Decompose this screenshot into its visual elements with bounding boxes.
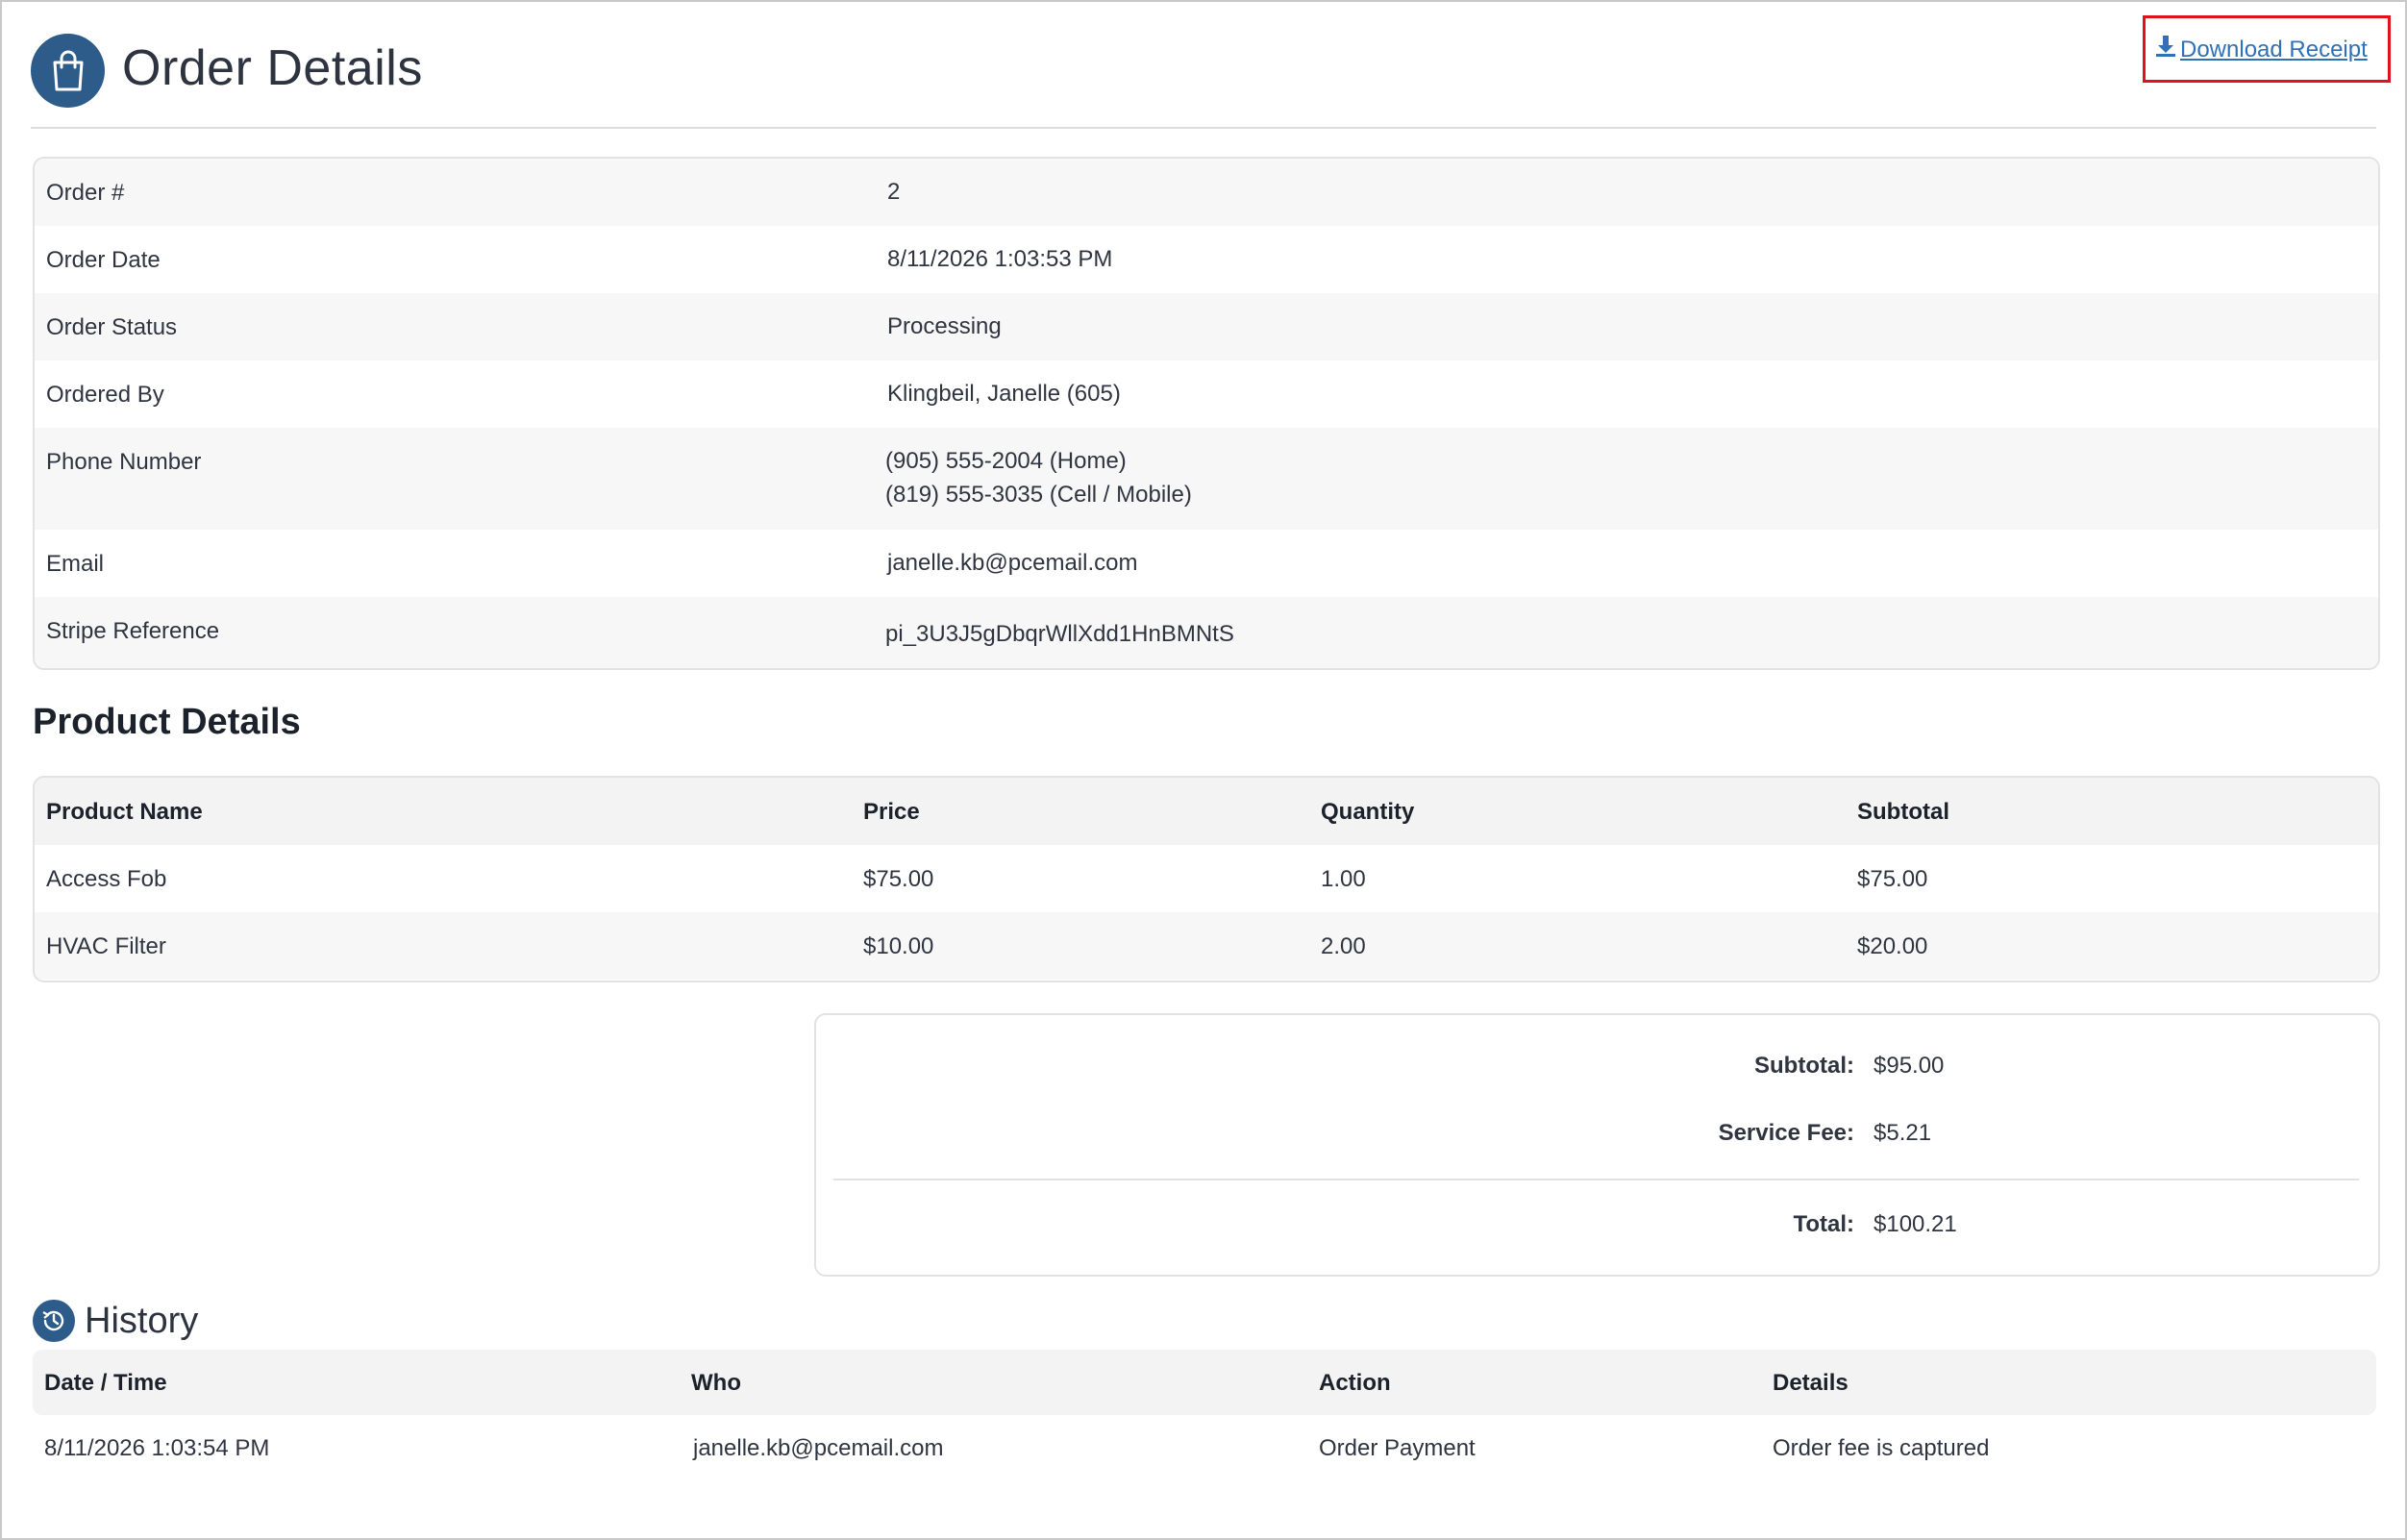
email-label: Email [46,551,105,577]
ordered-by-row: Ordered By Klingbeil, Janelle (605) [35,360,2378,428]
column-header-details: Details [1773,1370,1849,1396]
history-clock-icon [33,1300,75,1342]
ordered-by-value: Klingbeil, Janelle (605) [887,381,1121,407]
service-fee-value: $5.21 [1873,1120,1932,1146]
column-header-action: Action [1319,1370,1391,1396]
ordered-by-label: Ordered By [46,382,164,408]
page-frame: Order Details Download Receipt Order # 2… [0,0,2407,1540]
price-cell: $10.00 [863,933,934,959]
action-cell: Order Payment [1319,1435,1476,1461]
stripe-label: Stripe Reference [46,618,220,644]
table-row: HVAC Filter $10.00 2.00 $20.00 [35,912,2378,980]
column-header-date-time: Date / Time [44,1370,167,1396]
totals-divider [833,1179,2359,1180]
order-date-value: 8/11/2026 1:03:53 PM [887,246,1113,272]
product-details-title: Product Details [33,702,301,742]
stripe-value: pi_3U3J5gDbqrWllXdd1HnBMNtS [885,621,1234,647]
order-info-card: Order # 2 Order Date 8/11/2026 1:03:53 P… [33,157,2380,670]
total-value: $100.21 [1873,1211,1957,1237]
date-time-cell: 8/11/2026 1:03:54 PM [44,1435,270,1461]
table-row: 8/11/2026 1:03:54 PM janelle.kb@pcemail.… [33,1415,2376,1480]
product-name-cell: Access Fob [46,866,167,892]
history-header: History [33,1300,198,1342]
download-icon [2155,35,2176,64]
who-cell: janelle.kb@pcemail.com [693,1435,944,1461]
download-receipt-link[interactable]: Download Receipt [2155,35,2368,64]
price-cell: $75.00 [863,866,934,892]
order-totals-card: Subtotal: $95.00 Service Fee: $5.21 Tota… [814,1013,2380,1277]
order-number-label: Order # [46,180,125,206]
stripe-row: Stripe Reference pi_3U3J5gDbqrWllXdd1HnB… [35,597,2378,668]
history-title: History [85,1300,199,1341]
subtotal-cell: $20.00 [1857,933,1928,959]
order-status-value: Processing [887,313,1002,339]
order-date-row: Order Date 8/11/2026 1:03:53 PM [35,226,2378,293]
page-title: Order Details [122,40,423,96]
history-table-header: Date / Time Who Action Details [33,1350,2376,1415]
details-cell: Order fee is captured [1773,1435,1990,1461]
order-date-label: Order Date [46,247,161,273]
subtotal-label: Subtotal: [1754,1053,1854,1079]
table-row: Access Fob $75.00 1.00 $75.00 [35,845,2378,912]
column-header-who: Who [691,1370,741,1396]
order-status-label: Order Status [46,314,178,340]
product-name-cell: HVAC Filter [46,933,166,959]
phone-home-value: (905) 555-2004 (Home) [885,448,1127,474]
phone-mobile-value: (819) 555-3035 (Cell / Mobile) [885,482,1192,508]
column-header-quantity: Quantity [1321,799,1415,825]
subtotal-value: $95.00 [1873,1053,1945,1079]
quantity-cell: 2.00 [1321,933,1366,959]
total-label: Total: [1793,1211,1854,1237]
email-row: Email janelle.kb@pcemail.com [35,530,2378,597]
order-number-value: 2 [887,179,901,205]
column-header-subtotal: Subtotal [1857,799,1949,825]
header-divider [31,127,2376,129]
order-status-row: Order Status Processing [35,293,2378,360]
column-header-price: Price [863,799,920,825]
page-header: Order Details [31,34,2376,126]
product-table: Product Name Price Quantity Subtotal Acc… [33,776,2380,982]
service-fee-label: Service Fee: [1718,1120,1854,1146]
download-receipt-label: Download Receipt [2180,36,2368,62]
order-number-row: Order # 2 [35,159,2378,226]
email-value: janelle.kb@pcemail.com [887,550,1138,576]
phone-row: Phone Number (905) 555-2004 (Home) (819)… [35,428,2378,530]
quantity-cell: 1.00 [1321,866,1366,892]
column-header-product-name: Product Name [46,799,203,825]
phone-label: Phone Number [46,449,202,475]
subtotal-cell: $75.00 [1857,866,1928,892]
shopping-bag-icon [31,34,105,108]
product-table-header: Product Name Price Quantity Subtotal [35,778,2378,845]
